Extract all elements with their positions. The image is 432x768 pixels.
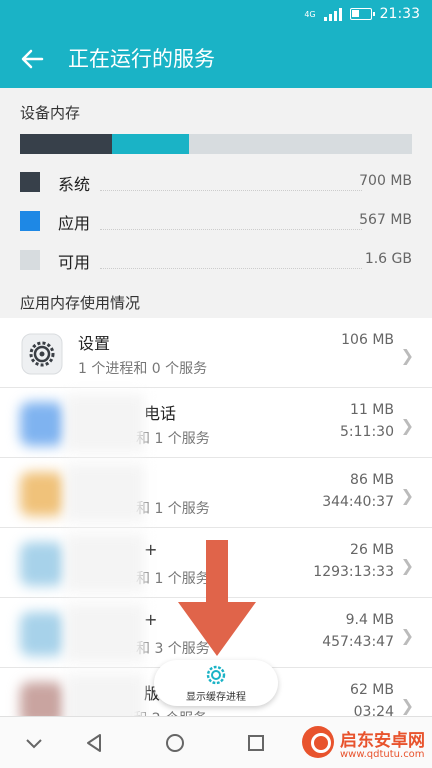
memory-bar-system (20, 134, 113, 154)
memory-section-title: 设备内存 (20, 104, 81, 122)
hide-nav-chevron-down-icon[interactable] (20, 729, 48, 757)
watermark-logo-icon (302, 726, 334, 758)
app-memory-size: 106 MB (341, 332, 394, 348)
status-bar: 4G 21:33 (0, 0, 432, 30)
app-run-time: 344:40:37 (322, 494, 394, 510)
app-process-info: 和 1 个服务 (136, 501, 210, 517)
chevron-right-icon: ❯ (400, 626, 414, 645)
app-memory-size: 11 MB (350, 402, 394, 418)
app-name: + (144, 610, 158, 629)
app-run-time: 5:11:30 (340, 424, 394, 440)
blurred-app-icon (20, 612, 64, 656)
home-circle-icon[interactable] (161, 729, 189, 757)
blurred-app-icon (20, 682, 64, 716)
app-row[interactable]: 和 1 个服务 86 MB 344:40:37 ❯ (0, 458, 432, 528)
app-run-time: 1293:13:33 (313, 564, 394, 580)
watermark: 启东安卓网 www.qdtutu.com (302, 722, 426, 766)
app-name: 设置 (78, 334, 111, 353)
annotation-arrow-down-icon (178, 540, 256, 656)
chevron-right-icon: ❯ (400, 416, 414, 435)
app-name: + (144, 540, 158, 559)
app-memory-size: 26 MB (350, 542, 394, 558)
blurred-app-icon (20, 472, 64, 516)
battery-icon (349, 8, 375, 20)
memory-usage-bar (20, 134, 412, 154)
chevron-right-icon: ❯ (400, 486, 414, 505)
watermark-name: 启东安卓网 (340, 731, 425, 751)
apps-section-title: 应用内存使用情况 (20, 294, 141, 312)
app-bar: 正在运行的服务 (0, 30, 432, 88)
blurred-app-icon (20, 402, 64, 446)
back-arrow-icon[interactable] (18, 44, 48, 74)
app-memory-size: 62 MB (350, 682, 394, 698)
page-title: 正在运行的服务 (68, 47, 215, 71)
memory-bar-apps (112, 134, 189, 154)
back-triangle-icon[interactable] (80, 729, 108, 757)
app-process-info: 和 1 个服务 (136, 431, 210, 447)
blurred-app-icon (20, 542, 64, 586)
legend-label: 应用 (58, 214, 91, 233)
app-run-time: 03:24 (353, 704, 394, 716)
status-time: 21:33 (379, 6, 420, 22)
chevron-right-icon: ❯ (400, 346, 414, 365)
legend-swatch-system (20, 172, 40, 192)
show-cached-processes-button[interactable]: 显示缓存进程 (154, 660, 278, 706)
legend-value: 700 MB (359, 173, 412, 189)
memory-bar-free (188, 134, 412, 154)
watermark-url: www.qdtutu.com (340, 749, 425, 760)
recent-apps-square-icon[interactable] (242, 729, 270, 757)
show-cached-processes-label: 显示缓存进程 (186, 692, 246, 703)
chevron-right-icon: ❯ (400, 696, 414, 715)
legend-row-system: 系统 700 MB (0, 163, 432, 201)
legend-label: 系统 (58, 175, 91, 194)
legend-swatch-free (20, 250, 40, 270)
legend-row-free: 可用 1.6 GB (0, 241, 432, 279)
legend-value: 567 MB (359, 212, 412, 228)
settings-app-icon (21, 333, 63, 375)
app-memory-size: 9.4 MB (345, 612, 394, 628)
app-memory-size: 86 MB (350, 472, 394, 488)
status-icons: 4G 21:33 (304, 6, 420, 22)
app-row-settings[interactable]: 设置 1 个进程和 0 个服务 106 MB ❯ (0, 318, 432, 388)
legend-row-apps: 应用 567 MB (0, 202, 432, 240)
legend-value: 1.6 GB (364, 251, 412, 267)
app-name: 电话 (144, 404, 177, 423)
legend-swatch-apps (20, 211, 40, 231)
gear-icon (206, 665, 226, 685)
signal-icon (323, 7, 342, 21)
app-row[interactable]: 电话 和 1 个服务 11 MB 5:11:30 ❯ (0, 388, 432, 458)
app-run-time: 457:43:47 (322, 634, 394, 650)
app-process-info: 1 个进程和 0 个服务 (78, 361, 208, 377)
network-type: 4G (304, 9, 316, 19)
legend-label: 可用 (58, 253, 91, 272)
chevron-right-icon: ❯ (400, 556, 414, 575)
